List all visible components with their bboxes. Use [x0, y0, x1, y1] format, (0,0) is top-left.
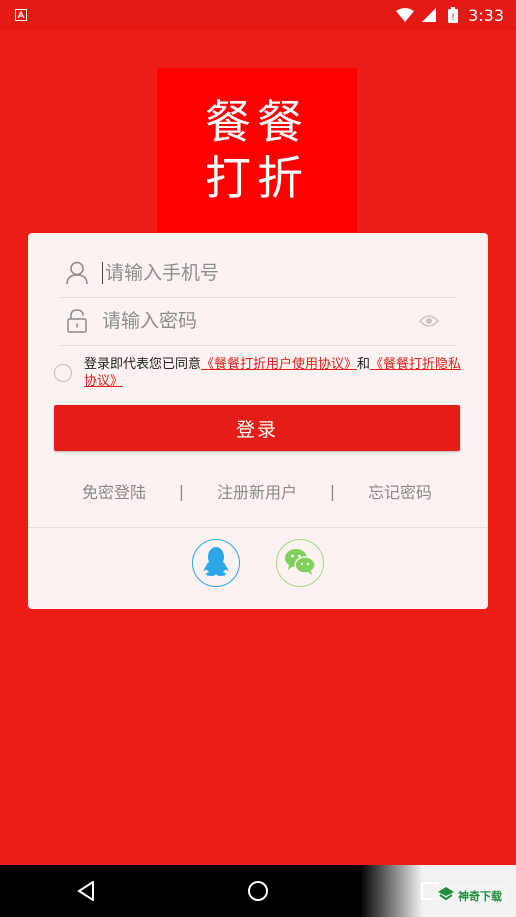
back-icon[interactable]: [66, 871, 106, 911]
svg-text:!: !: [451, 13, 455, 23]
phone-input[interactable]: [105, 262, 456, 284]
auth-links: 免密登陆 | 注册新用户 | 忘记密码: [54, 479, 460, 503]
app-logo: 餐餐 打折: [157, 68, 357, 232]
register-link[interactable]: 注册新用户: [217, 479, 297, 503]
forgot-password-link[interactable]: 忘记密码: [368, 479, 432, 503]
qq-icon: [203, 546, 229, 580]
user-icon: [64, 260, 90, 286]
agreement-row: 登录即代表您已同意《餐餐打折用户使用协议》和《餐餐打折隐私协议》: [54, 356, 464, 390]
link-separator: |: [178, 481, 185, 501]
quick-login-link[interactable]: 免密登陆: [82, 479, 146, 503]
phone-field: [60, 249, 456, 298]
home-icon[interactable]: [238, 871, 278, 911]
app-notification-icon: [14, 8, 28, 22]
divider: [28, 527, 488, 528]
status-bar: ! 3:33: [0, 0, 516, 30]
logo-line-2: 打折: [205, 151, 309, 205]
agreement-and: 和: [357, 357, 371, 372]
social-login: [28, 539, 488, 589]
eye-icon[interactable]: [418, 310, 440, 332]
watermark-logo-icon: [438, 887, 454, 904]
password-field: [60, 297, 456, 346]
signal-icon: [420, 6, 438, 24]
lock-icon: [64, 308, 90, 334]
battery-icon: !: [444, 6, 462, 24]
login-button[interactable]: 登录: [54, 405, 460, 451]
logo-line-1: 餐餐: [205, 95, 309, 149]
wechat-login-button[interactable]: [276, 539, 324, 587]
agreement-prefix: 登录即代表您已同意: [84, 357, 202, 372]
qq-login-button[interactable]: [192, 539, 240, 587]
login-card: 登录即代表您已同意《餐餐打折用户使用协议》和《餐餐打折隐私协议》 登录 免密登陆…: [28, 233, 488, 609]
watermark-text: 神奇下载: [458, 889, 502, 903]
status-time: 3:33: [468, 5, 504, 25]
wechat-icon: [284, 547, 316, 579]
wifi-icon: [396, 6, 415, 24]
agreement-checkbox[interactable]: [54, 364, 72, 382]
password-input[interactable]: [102, 310, 418, 332]
user-agreement-link[interactable]: 《餐餐打折用户使用协议》: [201, 357, 357, 372]
agreement-text: 登录即代表您已同意《餐餐打折用户使用协议》和《餐餐打折隐私协议》: [84, 356, 464, 390]
text-cursor: [102, 262, 103, 284]
watermark: 神奇下载: [434, 885, 508, 906]
link-separator: |: [329, 481, 336, 501]
